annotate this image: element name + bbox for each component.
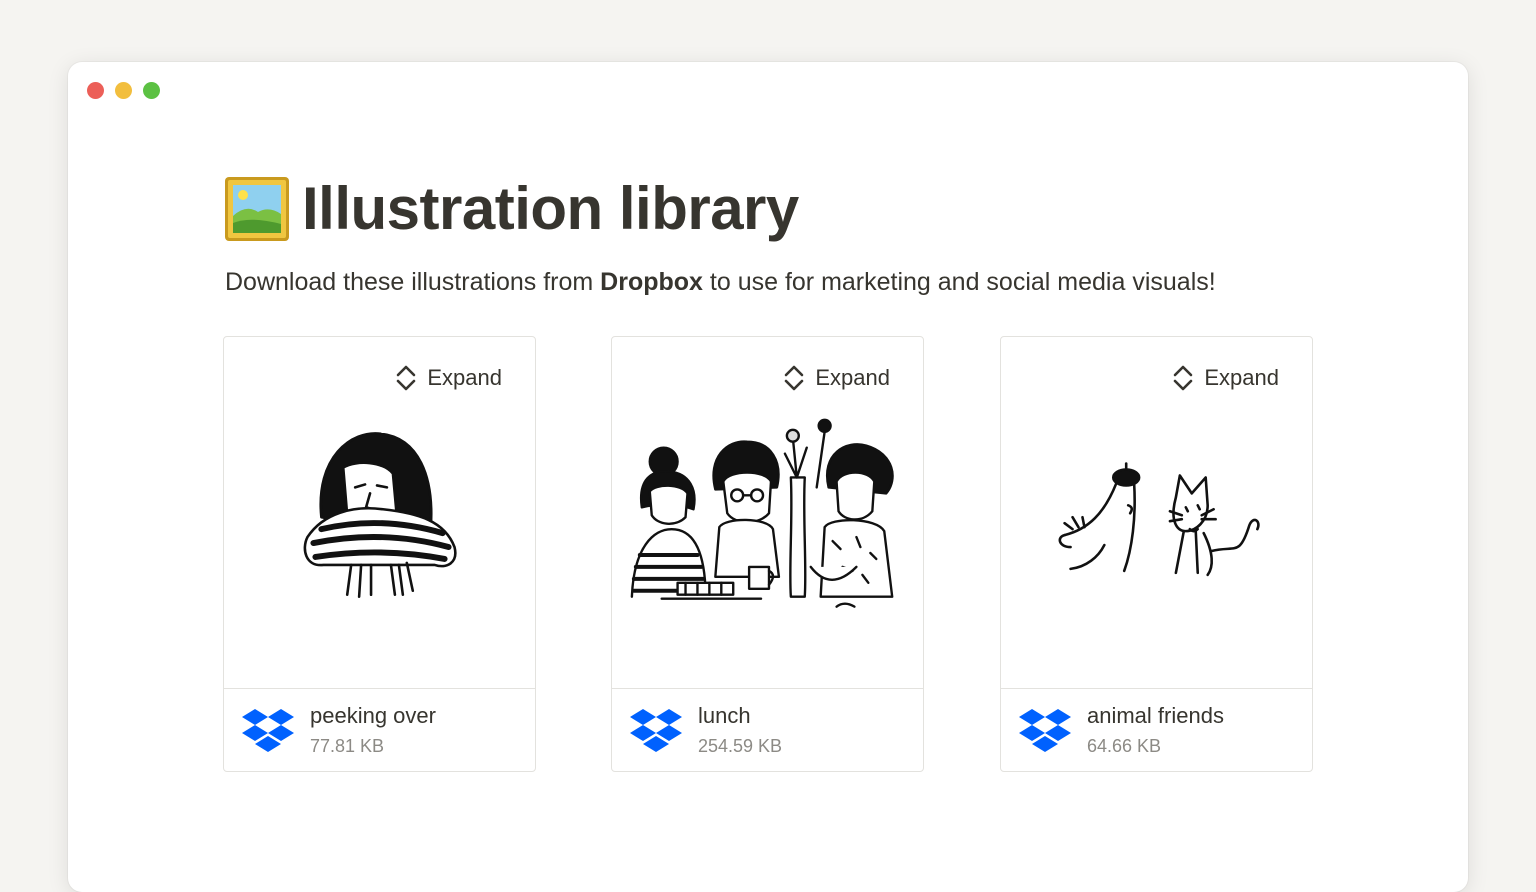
zoom-window-button[interactable] — [143, 82, 160, 99]
illustration-preview[interactable] — [224, 417, 535, 687]
expand-chevrons-icon — [397, 365, 416, 391]
page-description: Download these illustrations from Dropbo… — [225, 268, 1216, 297]
file-info[interactable]: lunch 254.59 KB — [612, 688, 923, 771]
file-info[interactable]: peeking over 77.81 KB — [224, 688, 535, 771]
file-size: 77.81 KB — [310, 736, 385, 756]
dropbox-link-text: Dropbox — [600, 268, 703, 296]
description-prefix: Download these illustrations from — [225, 268, 601, 296]
close-window-button[interactable] — [87, 82, 104, 99]
expand-chevrons-icon — [785, 365, 804, 391]
file-name[interactable]: lunch — [698, 703, 751, 729]
dropbox-embed-card[interactable]: Expand — [1000, 336, 1313, 772]
expand-button[interactable]: Expand — [783, 364, 890, 392]
expand-label: Expand — [815, 365, 890, 390]
dropbox-embed-card[interactable]: Expand — [611, 336, 924, 772]
description-suffix: to use for marketing and social media vi… — [702, 268, 1216, 296]
lunch-illustration — [630, 418, 894, 608]
expand-label: Expand — [1204, 365, 1279, 390]
file-size: 64.66 KB — [1087, 736, 1162, 756]
expand-chevrons-icon — [1174, 365, 1193, 391]
page-title: Illustration library — [224, 174, 799, 243]
dropbox-embed-card[interactable]: Expand — [223, 336, 536, 772]
file-info[interactable]: animal friends 64.66 KB — [1001, 688, 1312, 771]
expand-button[interactable]: Expand — [1172, 364, 1279, 392]
illustration-preview[interactable] — [1001, 417, 1312, 687]
expand-button[interactable]: Expand — [395, 364, 502, 392]
minimize-window-button[interactable] — [115, 82, 132, 99]
framed-picture-icon — [225, 176, 289, 241]
animal-friends-illustration — [1058, 462, 1260, 577]
file-size: 254.59 KB — [698, 736, 783, 756]
dropbox-icon — [1019, 709, 1071, 752]
file-name[interactable]: peeking over — [310, 703, 436, 729]
dropbox-icon — [242, 709, 294, 752]
dropbox-icon — [630, 709, 682, 752]
window-controls — [87, 82, 160, 99]
app-window: Illustration library Download these illu… — [68, 62, 1468, 892]
peeking-over-illustration — [303, 432, 457, 599]
page-title-text: Illustration library — [302, 175, 799, 242]
expand-label: Expand — [427, 365, 502, 390]
file-name[interactable]: animal friends — [1087, 703, 1224, 729]
illustration-preview[interactable] — [612, 417, 923, 687]
